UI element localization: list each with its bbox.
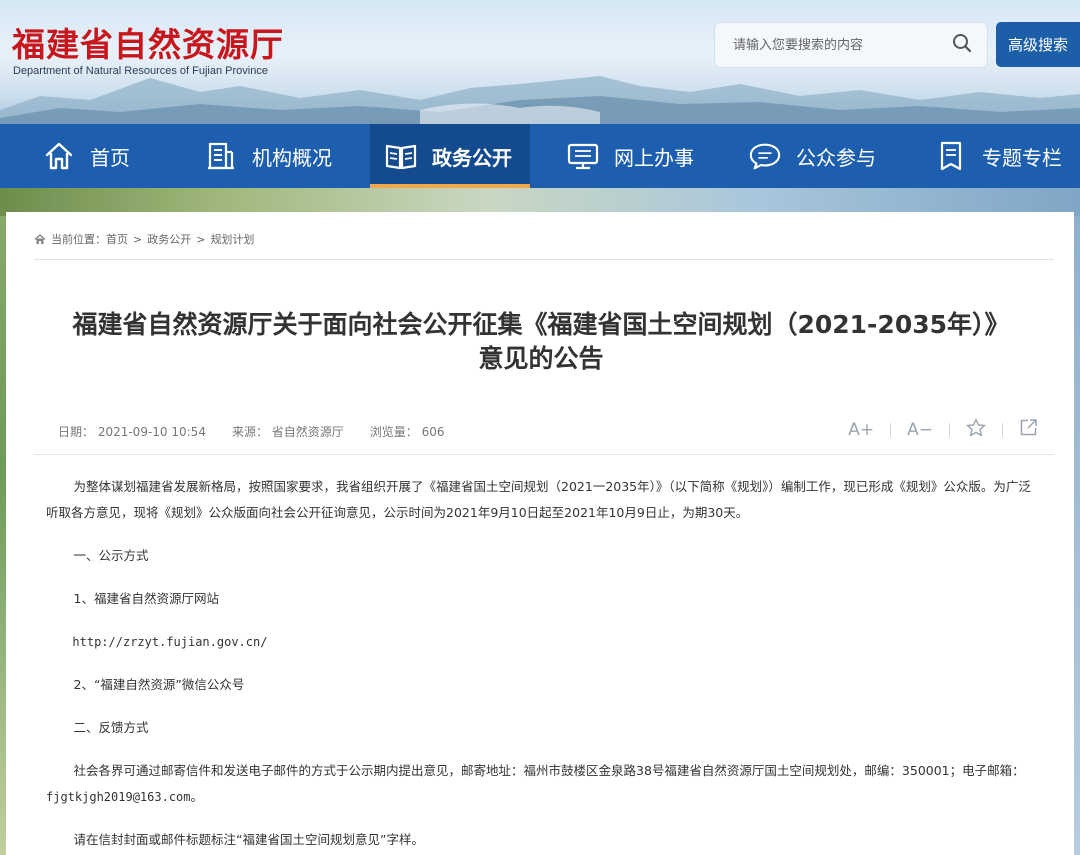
breadcrumb-separator: > — [196, 232, 206, 246]
home-icon — [42, 139, 76, 173]
breadcrumb-link-planning[interactable]: 规划计划 — [210, 231, 254, 247]
feedback-text: 社会各界可通过邮寄信件和发送电子邮件的方式于公示期内提出意见，邮寄地址：福州市鼓… — [73, 763, 1025, 778]
list-item: 1、福建省自然资源厅网站 — [73, 591, 219, 606]
bookmark-icon — [934, 139, 968, 173]
nav-item-online-services[interactable]: 网上办事 — [530, 124, 710, 188]
book-icon — [384, 139, 418, 173]
article-title: 福建省自然资源厅关于面向社会公开征集《福建省国土空间规划（2021-2035年）… — [36, 308, 1046, 376]
paragraph: 社会各界可通过邮寄信件和发送电子邮件的方式于公示期内提出意见，邮寄地址：福州市鼓… — [46, 758, 1042, 810]
article-tools: A+ A− — [848, 418, 1038, 442]
search-button[interactable] — [937, 22, 987, 68]
feedback-text-end: 。 — [190, 789, 204, 804]
breadcrumb-separator: > — [133, 232, 143, 246]
breadcrumb-link-home[interactable]: 首页 — [106, 231, 128, 247]
publish-date: 日期： 2021-09-10 10:54 — [58, 425, 206, 439]
breadcrumb: 当前位置： 首页 > 政务公开 > 规划计划 — [34, 231, 254, 247]
nav-label: 政务公开 — [432, 145, 512, 170]
divider — [1002, 423, 1003, 437]
divider — [34, 454, 1054, 455]
home-icon — [34, 233, 46, 245]
section-heading: 一、公示方式 — [73, 548, 149, 563]
nav-label: 机构概况 — [252, 145, 332, 170]
article-body: 为整体谋划福建省发展新格局，按照国家要求，我省组织开展了《福建省国土空间规划（2… — [46, 474, 1042, 855]
view-count: 浏览量： 606 — [369, 425, 445, 439]
site-logo-cn[interactable]: 福建省自然资源厅 — [12, 18, 284, 66]
chat-icon — [748, 139, 782, 173]
website-url[interactable]: http://zrzyt.fujian.gov.cn/ — [46, 629, 1042, 655]
paragraph: 为整体谋划福建省发展新格局，按照国家要求，我省组织开展了《福建省国土空间规划（2… — [46, 479, 1031, 520]
search-input[interactable] — [715, 23, 937, 67]
font-smaller-button[interactable]: A− — [907, 420, 933, 440]
nav-label: 网上办事 — [614, 145, 694, 170]
site-logo-en: Department of Natural Resources of Fujia… — [13, 65, 268, 77]
favorite-button[interactable] — [966, 418, 986, 442]
email-link[interactable]: fjgtkjgh2019@163.com — [46, 790, 191, 804]
right-background — [1074, 216, 1080, 855]
advanced-search-button[interactable]: 高级搜索 — [996, 22, 1080, 67]
nav-item-public-participation[interactable]: 公众参与 — [710, 124, 896, 188]
nav-item-government-affairs[interactable]: 政务公开 — [370, 124, 530, 188]
breadcrumb-prefix: 当前位置： — [51, 233, 106, 246]
content-panel: 当前位置： 首页 > 政务公开 > 规划计划 福建省自然资源厅关于面向社会公开征… — [6, 212, 1074, 855]
breadcrumb-link-government-affairs[interactable]: 政务公开 — [147, 231, 191, 247]
nav-item-special-topics[interactable]: 专题专栏 — [896, 124, 1080, 188]
article-title-line-2: 意见的公告 — [478, 344, 604, 373]
share-icon — [1019, 418, 1038, 442]
search-icon — [952, 33, 972, 57]
nav-label: 公众参与 — [796, 145, 876, 170]
nav-item-home[interactable]: 首页 — [0, 124, 172, 188]
search-box — [714, 22, 988, 68]
article-meta: 日期： 2021-09-10 10:54 来源： 省自然资源厅 浏览量： 606 — [58, 423, 471, 440]
paragraph: 请在信封封面或邮件标题标注“福建省国土空间规划意见”字样。 — [73, 832, 424, 847]
site-header: 福建省自然资源厅 Department of Natural Resources… — [0, 0, 1080, 124]
article-title-line-1: 福建省自然资源厅关于面向社会公开征集《福建省国土空间规划（2021-2035年）… — [72, 310, 1010, 339]
article-source: 来源： 省自然资源厅 — [231, 425, 344, 439]
share-button[interactable] — [1019, 418, 1038, 442]
nav-label: 首页 — [90, 145, 130, 170]
section-heading: 二、反馈方式 — [73, 720, 149, 735]
list-item: 2、“福建自然资源”微信公众号 — [73, 677, 245, 692]
main-nav: 首页 机构概况 政务公开 网上办事 公众参与 专题专栏 — [0, 124, 1080, 188]
font-larger-button[interactable]: A+ — [848, 420, 874, 440]
nav-label: 专题专栏 — [982, 145, 1062, 170]
building-icon — [204, 139, 238, 173]
nav-item-organization[interactable]: 机构概况 — [172, 124, 370, 188]
star-icon — [966, 418, 986, 442]
monitor-icon — [566, 139, 600, 173]
divider — [949, 423, 950, 437]
divider — [34, 259, 1054, 260]
divider — [890, 423, 892, 437]
